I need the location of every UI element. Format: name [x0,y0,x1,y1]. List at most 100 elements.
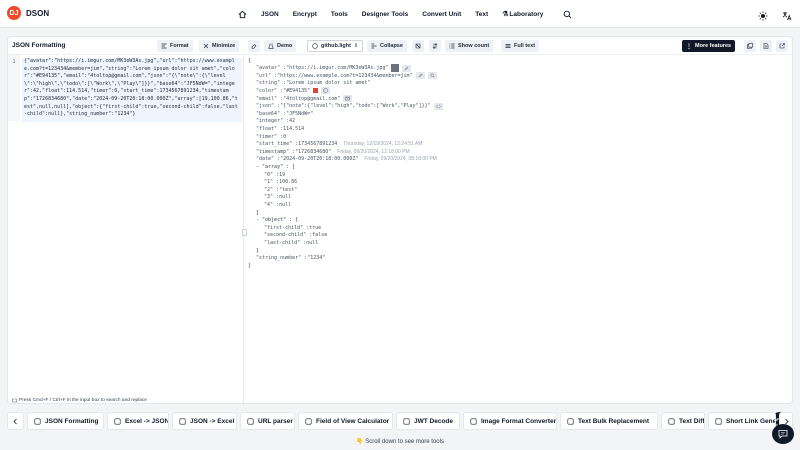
tool-button[interactable]: JSON Formatting [27,412,104,430]
format-button[interactable]: Format [157,40,193,52]
nav-designer-tools[interactable]: Designer Tools [362,11,408,18]
tool-button[interactable]: Image Format Converter [463,412,557,430]
search-icon[interactable] [427,72,437,80]
tool-button[interactable]: JWT Decode [396,412,460,430]
tool-button[interactable]: Text Diff [661,412,705,430]
avatar-thumbnail[interactable] [391,64,400,73]
tree-key: "json" : [256,103,281,110]
palette-icon[interactable] [321,87,331,95]
nav-laboratory-label: Laboratory [509,10,544,18]
sort-icon[interactable] [429,40,441,52]
flask-icon [268,43,274,49]
scroll-left-button[interactable] [7,412,24,430]
tool-button[interactable]: Text Bulk Replacement [560,412,658,430]
tree-row: "1" : 100.86 [264,179,297,186]
theme-select[interactable]: github.light ⇕ [307,40,364,52]
tree-row: "url" : "https://www.example.com?t=12343… [256,72,437,80]
tool-label: Excel -> JSON [125,417,169,425]
tree-key: "4" : [264,201,280,208]
tree-value: 114.514 [283,125,305,132]
tool-label: JWT Decode [414,417,454,425]
tool-icon [179,418,186,425]
tree-key: "base64" : [256,110,287,117]
tree-bracket[interactable]: - "array" : [ [256,164,295,170]
panel-resize-handle[interactable] [242,229,247,236]
link-icon[interactable] [402,64,412,72]
search-icon[interactable] [563,10,572,19]
tree-row: } [256,247,259,254]
nav-encrypt[interactable]: Encrypt [293,11,317,18]
tree-row: "timer" : 0 [256,133,286,140]
tree-key: "first-child" : [264,224,310,231]
tree-row: "integer" : 42 [256,118,295,125]
tree-row: "avatar" : "https://i.imgur.com/MK3eW3As… [256,64,412,73]
tree-value: false [312,232,328,239]
tool-button[interactable]: Field of View Calculator [298,412,393,430]
copy-icon[interactable] [744,40,756,52]
tree-row: ] [256,209,259,216]
panel-title: JSON Formatting [12,42,66,49]
tool-label: JSON Formatting [45,417,99,425]
home-icon[interactable] [238,10,247,19]
theme-toggle-icon[interactable] [758,8,768,26]
tree-value: "https://www.example.com?t=123434&member… [277,72,413,79]
nav-text[interactable]: Text [475,11,488,18]
tool-icon [114,418,121,425]
tool-label: Field of View Calculator [316,417,390,425]
tree-key: "email" : [256,95,284,102]
main-nav: JSON Encrypt Tools Designer Tools Conver… [238,0,586,28]
mail-icon[interactable] [343,95,353,102]
tree-value: "https://i.imgur.com/MK3eW3As.jpg" [286,65,389,72]
nav-laboratory[interactable]: ⚗ Laboratory [502,10,544,19]
chat-button[interactable] [772,424,794,444]
tree-key: "date" : [256,156,281,163]
tree-row: "3" : null [264,194,291,201]
tree-row: "4" : null [264,201,291,208]
nav-convert-unit[interactable]: Convert Unit [422,11,461,18]
json-tree-view: {"avatar" : "https://i.imgur.com/MK3eW3A… [248,57,788,402]
point-down-icon: 👇 [356,439,364,445]
language-icon[interactable] [782,8,792,26]
github-icon [312,43,318,49]
logo-mark: DJ [7,6,21,20]
clear-icon[interactable] [248,40,260,52]
tree-row: "float" : 114.514 [256,125,304,132]
braces-icon[interactable] [433,102,443,110]
download-file-icon[interactable] [760,40,772,52]
show-count-button[interactable]: Show count [445,40,494,52]
tree-bracket[interactable]: - "object" : { [256,217,298,223]
nav-tools[interactable]: Tools [331,11,348,18]
tree-key: "float" : [256,125,284,132]
tool-icon [305,418,312,425]
tool-button[interactable]: JSON -> Excel [172,412,237,430]
line-gutter: 1 [8,55,20,121]
tree-row: "start_time" : 1734567891234 Thursday, 12… [256,141,422,148]
more-features-button[interactable]: ⋮ More features [682,40,736,52]
logo[interactable]: DJ DSON [7,6,49,20]
tool-button[interactable]: Short Link Genera [708,412,776,430]
tool-button[interactable]: URL parser [240,412,295,430]
tree-key: "3" : [264,194,280,201]
expand-collapse-icon[interactable] [412,40,424,52]
full-text-button[interactable]: Full text [501,40,540,52]
format-label: Format [170,43,189,49]
nav-json[interactable]: JSON [261,11,279,18]
tree-row: "color" : "#E94135" [256,87,331,95]
tool-button[interactable]: Excel -> JSON [107,412,169,430]
tool-label: Text Bulk Replacement [578,417,650,425]
open-external-icon[interactable] [776,40,788,52]
json-input-text[interactable]: {"avatar":"https://i.imgur.com/MK3eW3As.… [22,58,242,122]
link-icon[interactable] [415,72,425,80]
collapse-button[interactable]: Collapse [367,40,407,52]
chat-icon [778,430,788,439]
tool-label: Text Diff [679,417,705,425]
scroll-hint-text: Scroll down to see more tools [365,439,444,445]
minimize-icon [203,43,209,49]
tree-value: true [309,224,322,231]
tree-row: "2" : "test" [264,186,297,193]
json-input-editor[interactable]: 1 {"avatar":"https://i.imgur.com/MK3eW3A… [8,55,244,405]
timestamp-note: Thursday, 12/19/2024, 12:24:51 AM [343,141,423,148]
demo-button[interactable]: Demo [264,40,297,52]
minimize-button[interactable]: Minimize [199,40,240,52]
tree-key: "string_number" : [256,255,308,262]
